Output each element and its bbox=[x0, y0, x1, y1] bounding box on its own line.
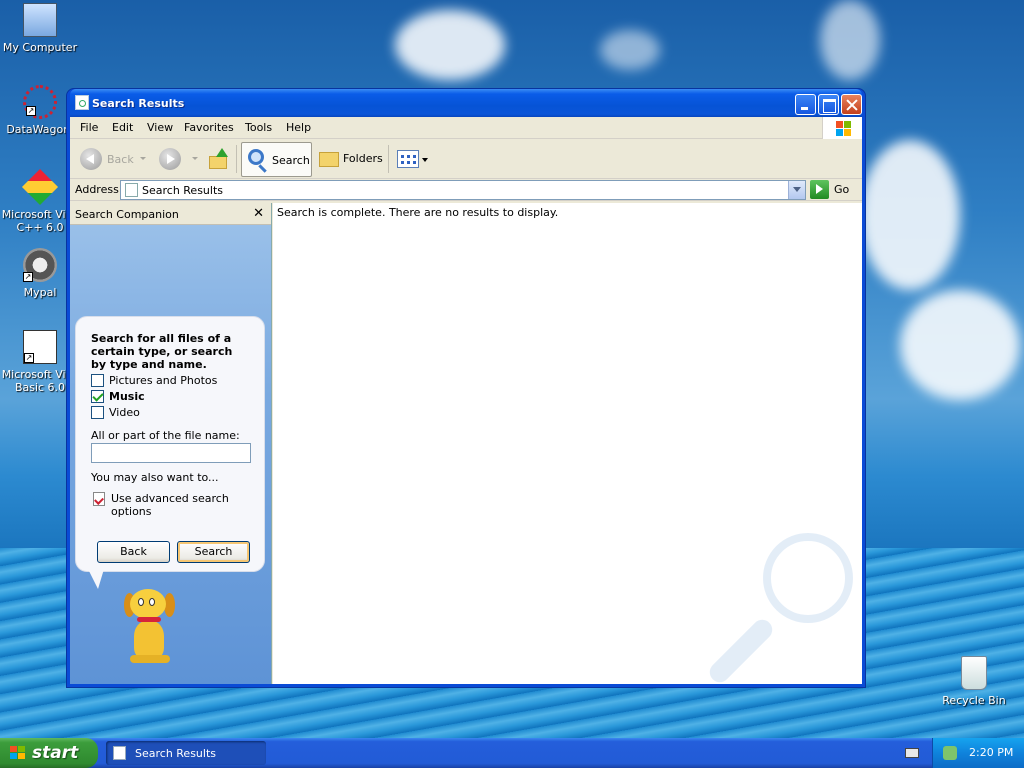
views-dropdown-icon[interactable] bbox=[422, 158, 428, 162]
address-value[interactable]: Search Results bbox=[142, 184, 223, 197]
taskbar: start Search Results 2:20 PM bbox=[0, 738, 1024, 768]
pictures-label[interactable]: Pictures and Photos bbox=[109, 374, 217, 387]
back-dropdown-icon[interactable] bbox=[140, 157, 146, 160]
search-companion-title: Search Companion bbox=[75, 208, 179, 221]
forward-dropdown-icon[interactable] bbox=[192, 157, 198, 160]
address-field[interactable]: Search Results bbox=[120, 180, 806, 200]
search-results-icon bbox=[75, 95, 89, 110]
content-area: Search Companion ✕ Search for all files … bbox=[70, 203, 862, 684]
keyboard-icon[interactable] bbox=[905, 748, 919, 758]
search-results-icon bbox=[113, 746, 126, 760]
search-options-bubble: Search for all files of a certain type, … bbox=[75, 316, 265, 589]
toolbar-separator bbox=[236, 145, 237, 173]
taskbar-item-label: Search Results bbox=[135, 747, 217, 760]
magnifier-watermark-icon bbox=[705, 533, 853, 684]
music-checkbox[interactable] bbox=[91, 390, 104, 403]
window-title: Search Results bbox=[92, 97, 185, 110]
close-button[interactable] bbox=[841, 94, 862, 115]
folders-button[interactable]: Folders bbox=[343, 152, 383, 165]
menu-edit[interactable]: Edit bbox=[112, 121, 133, 134]
search-toolbar-label: Search bbox=[272, 154, 310, 167]
desktop-icon-label: Recycle Bin bbox=[942, 694, 1006, 707]
start-label: start bbox=[32, 743, 79, 763]
bubble-tail bbox=[88, 569, 104, 589]
filename-input[interactable] bbox=[91, 443, 251, 463]
search-results-window: Search Results File Edit View Favorites … bbox=[67, 89, 865, 687]
menu-tools[interactable]: Tools bbox=[245, 121, 272, 134]
address-label: Address bbox=[75, 183, 119, 196]
address-dropdown-button[interactable] bbox=[788, 181, 805, 199]
back-button[interactable]: Back bbox=[97, 541, 170, 563]
results-pane: Search is complete. There are no results… bbox=[273, 203, 862, 684]
search-dog-icon[interactable] bbox=[122, 589, 182, 669]
search-companion-pane: Search Companion ✕ Search for all files … bbox=[70, 203, 272, 684]
back-label[interactable]: Back bbox=[107, 153, 134, 166]
menu-file[interactable]: File bbox=[80, 121, 98, 134]
computer-icon bbox=[23, 3, 57, 37]
taskbar-item-search-results[interactable]: Search Results bbox=[106, 741, 266, 765]
menu-help[interactable]: Help bbox=[286, 121, 311, 134]
search-icon bbox=[248, 149, 264, 165]
standard-toolbar: Back Search Folders bbox=[70, 139, 862, 179]
maximize-button[interactable] bbox=[818, 94, 839, 115]
also-want-label: You may also want to... bbox=[91, 471, 219, 484]
search-button[interactable]: Search bbox=[177, 541, 250, 563]
raccoon-icon: ↗ bbox=[23, 248, 57, 282]
pictures-checkbox[interactable] bbox=[91, 374, 104, 387]
menu-favorites[interactable]: Favorites bbox=[184, 121, 234, 134]
visual-basic-icon: ↗ bbox=[23, 330, 57, 364]
clock[interactable]: 2:20 PM bbox=[969, 746, 1013, 759]
advanced-search-link[interactable]: Use advanced search options bbox=[111, 492, 241, 518]
folders-icon[interactable] bbox=[319, 152, 339, 167]
network-icon[interactable] bbox=[943, 746, 957, 760]
search-question: Search for all files of a certain type, … bbox=[91, 332, 233, 371]
music-label[interactable]: Music bbox=[109, 390, 145, 403]
windows-flag-icon bbox=[10, 746, 25, 760]
go-button[interactable]: Go bbox=[834, 183, 849, 196]
visual-cpp-icon bbox=[21, 168, 59, 206]
search-toolbar-button[interactable]: Search bbox=[241, 142, 312, 177]
recycle-bin-icon bbox=[961, 656, 987, 690]
views-icon[interactable] bbox=[397, 150, 419, 168]
minimize-button[interactable] bbox=[795, 94, 816, 115]
menu-view[interactable]: View bbox=[147, 121, 173, 134]
advanced-search-icon[interactable] bbox=[93, 492, 105, 506]
video-label[interactable]: Video bbox=[109, 406, 140, 419]
filename-label: All or part of the file name: bbox=[91, 429, 240, 442]
search-results-icon bbox=[125, 183, 138, 197]
back-arrow-icon[interactable] bbox=[80, 148, 102, 170]
results-message: Search is complete. There are no results… bbox=[277, 206, 559, 219]
up-folder-icon[interactable] bbox=[207, 148, 229, 170]
video-checkbox[interactable] bbox=[91, 406, 104, 419]
windows-logo-icon bbox=[822, 117, 862, 139]
forward-arrow-icon[interactable] bbox=[159, 148, 181, 170]
go-arrow-icon[interactable] bbox=[810, 180, 829, 199]
desktop-icon-recycle-bin[interactable]: Recycle Bin bbox=[934, 656, 1014, 707]
datawagon-icon: ↗ bbox=[23, 85, 57, 119]
search-companion-header: Search Companion ✕ bbox=[70, 203, 271, 225]
start-button[interactable]: start bbox=[0, 738, 98, 768]
desktop-icon-label: My Computer bbox=[2, 41, 78, 54]
menu-bar: File Edit View Favorites Tools Help bbox=[70, 117, 862, 139]
close-icon[interactable]: ✕ bbox=[253, 206, 264, 221]
address-bar: Address Search Results Go bbox=[70, 179, 862, 201]
toolbar-separator bbox=[388, 145, 389, 173]
system-tray: 2:20 PM bbox=[932, 738, 1024, 768]
desktop-icon-my-computer[interactable]: My Computer bbox=[0, 3, 80, 54]
title-bar[interactable]: Search Results bbox=[70, 89, 862, 117]
